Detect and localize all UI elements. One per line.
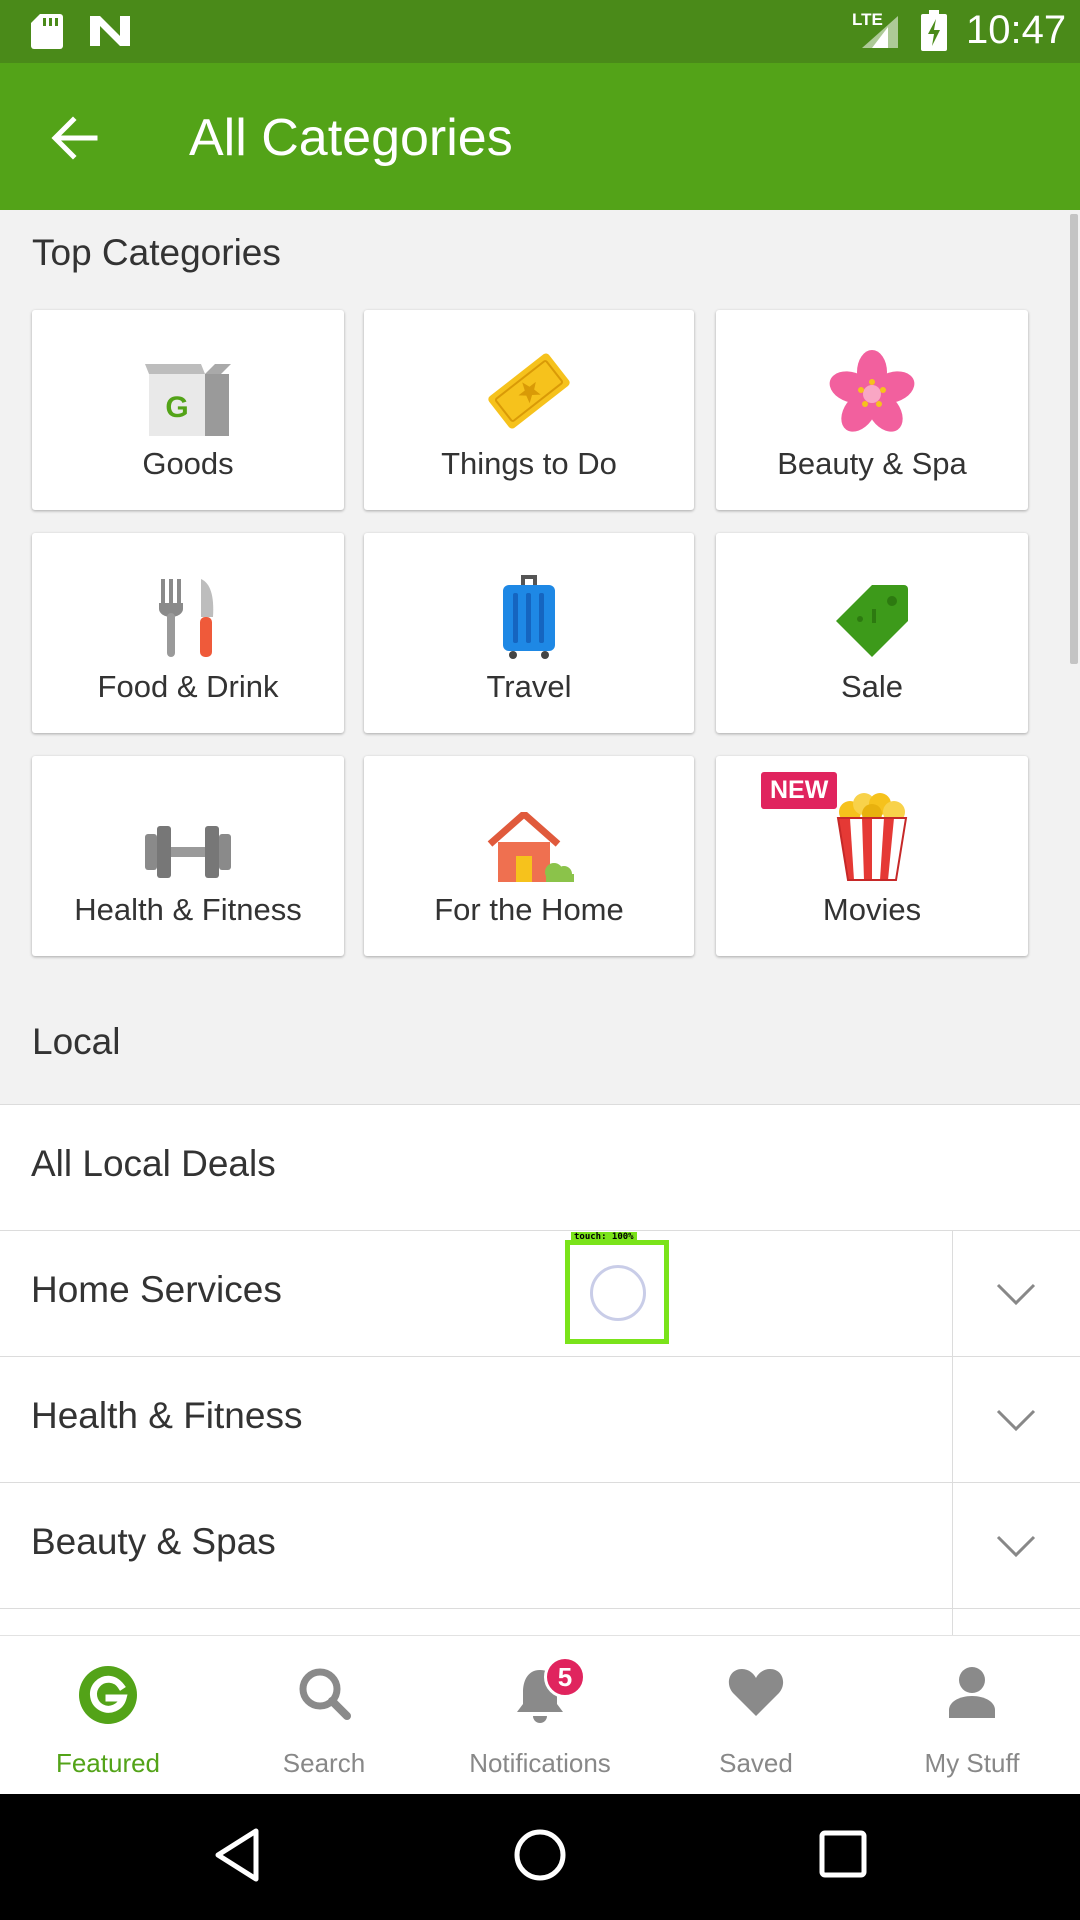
- list-item-label: Home Services: [31, 1269, 282, 1310]
- goods-box-icon: G: [138, 346, 238, 436]
- heart-icon: [728, 1669, 784, 1716]
- category-label: Sale: [840, 669, 904, 704]
- n-icon: [90, 16, 130, 46]
- popcorn-icon: [822, 792, 922, 882]
- fork-knife-icon: [138, 569, 238, 659]
- top-categories-heading: Top Categories: [32, 232, 281, 273]
- back-button[interactable]: [40, 103, 110, 173]
- list-item-partial: [0, 1608, 1080, 1635]
- sd-card-icon: [31, 14, 63, 49]
- nav-label: Notifications: [469, 1748, 611, 1778]
- groupon-g-icon: [79, 1666, 137, 1724]
- category-label: Movies: [822, 892, 922, 927]
- arrow-back-icon: [51, 116, 98, 160]
- category-label: Food & Drink: [97, 669, 279, 704]
- scrollbar[interactable]: [1070, 214, 1078, 664]
- list-item-all-local-deals[interactable]: All Local Deals: [0, 1104, 1080, 1230]
- chevron-down-icon[interactable]: [994, 1397, 1038, 1441]
- suitcase-icon: [479, 569, 579, 659]
- category-label: Beauty & Spa: [777, 446, 967, 481]
- list-item-label: Health & Fitness: [31, 1395, 303, 1436]
- recents-square-icon[interactable]: [818, 1827, 868, 1883]
- divider: [952, 1357, 953, 1483]
- ticket-icon: [479, 346, 579, 436]
- flower-icon: [822, 346, 922, 436]
- category-tile-movies[interactable]: NEW Movies: [716, 756, 1028, 956]
- category-tile-food-drink[interactable]: Food & Drink: [32, 533, 344, 733]
- list-item-home-services[interactable]: Home Services: [0, 1230, 1080, 1357]
- category-label: Travel: [486, 669, 572, 704]
- nav-saved[interactable]: Saved: [648, 1636, 864, 1795]
- system-navigation-bar: [0, 1794, 1080, 1920]
- category-tile-for-the-home[interactable]: For the Home: [364, 756, 694, 956]
- svg-text:G: G: [165, 391, 188, 424]
- battery-charging-icon: [921, 10, 947, 51]
- price-tag-icon: [822, 569, 922, 659]
- nav-featured[interactable]: Featured: [0, 1636, 216, 1795]
- notification-count-badge: 5: [544, 1656, 586, 1698]
- dumbbell-icon: [138, 792, 238, 882]
- list-item-label: All Local Deals: [31, 1143, 276, 1184]
- app-bar: All Categories: [0, 63, 1080, 210]
- category-label: Goods: [142, 446, 234, 481]
- page-title: All Categories: [189, 109, 513, 167]
- category-tile-things-to-do[interactable]: Things to Do: [364, 310, 694, 510]
- category-label: Health & Fitness: [74, 892, 302, 927]
- bottom-navigation: Featured Search Notifications 5 Saved My…: [0, 1635, 1080, 1794]
- local-list: All Local Deals Home Services Health & F…: [0, 1104, 1080, 1635]
- nav-label: My Stuff: [924, 1748, 1020, 1778]
- category-tile-goods[interactable]: G Goods: [32, 310, 344, 510]
- list-item-health-fitness[interactable]: Health & Fitness: [0, 1356, 1080, 1483]
- touch-point: [590, 1265, 646, 1321]
- divider: [952, 1483, 953, 1609]
- nav-label: Featured: [55, 1748, 161, 1778]
- divider: [952, 1231, 953, 1357]
- person-icon: [949, 1667, 995, 1718]
- category-label: For the Home: [434, 892, 624, 927]
- back-triangle-icon[interactable]: [212, 1827, 262, 1883]
- nav-label: Search: [282, 1748, 366, 1778]
- divider: [952, 1609, 953, 1635]
- nav-search[interactable]: Search: [216, 1636, 432, 1795]
- nav-notifications[interactable]: Notifications: [432, 1636, 648, 1795]
- clock: 10:47: [966, 8, 1067, 52]
- category-tile-health-fitness[interactable]: Health & Fitness: [32, 756, 344, 956]
- chevron-down-icon[interactable]: [994, 1523, 1038, 1567]
- house-icon: [479, 792, 579, 882]
- category-tile-travel[interactable]: Travel: [364, 533, 694, 733]
- local-heading: Local: [32, 1021, 121, 1062]
- touch-indicator-label: touch: 100%: [571, 1232, 637, 1243]
- nav-label: Saved: [719, 1748, 793, 1778]
- list-item-beauty-spas[interactable]: Beauty & Spas: [0, 1482, 1080, 1609]
- status-bar: LTE 10:47: [0, 0, 1080, 63]
- touch-indicator: touch: 100%: [565, 1232, 669, 1344]
- category-tile-sale[interactable]: Sale: [716, 533, 1028, 733]
- search-icon: [299, 1668, 351, 1720]
- nav-my-stuff[interactable]: My Stuff: [864, 1636, 1080, 1795]
- category-tile-beauty-spa[interactable]: Beauty & Spa: [716, 310, 1028, 510]
- home-circle-icon[interactable]: [512, 1827, 568, 1883]
- category-label: Things to Do: [441, 446, 617, 481]
- list-item-label: Beauty & Spas: [31, 1521, 276, 1562]
- signal-icon: [862, 16, 898, 48]
- chevron-down-icon[interactable]: [994, 1271, 1038, 1315]
